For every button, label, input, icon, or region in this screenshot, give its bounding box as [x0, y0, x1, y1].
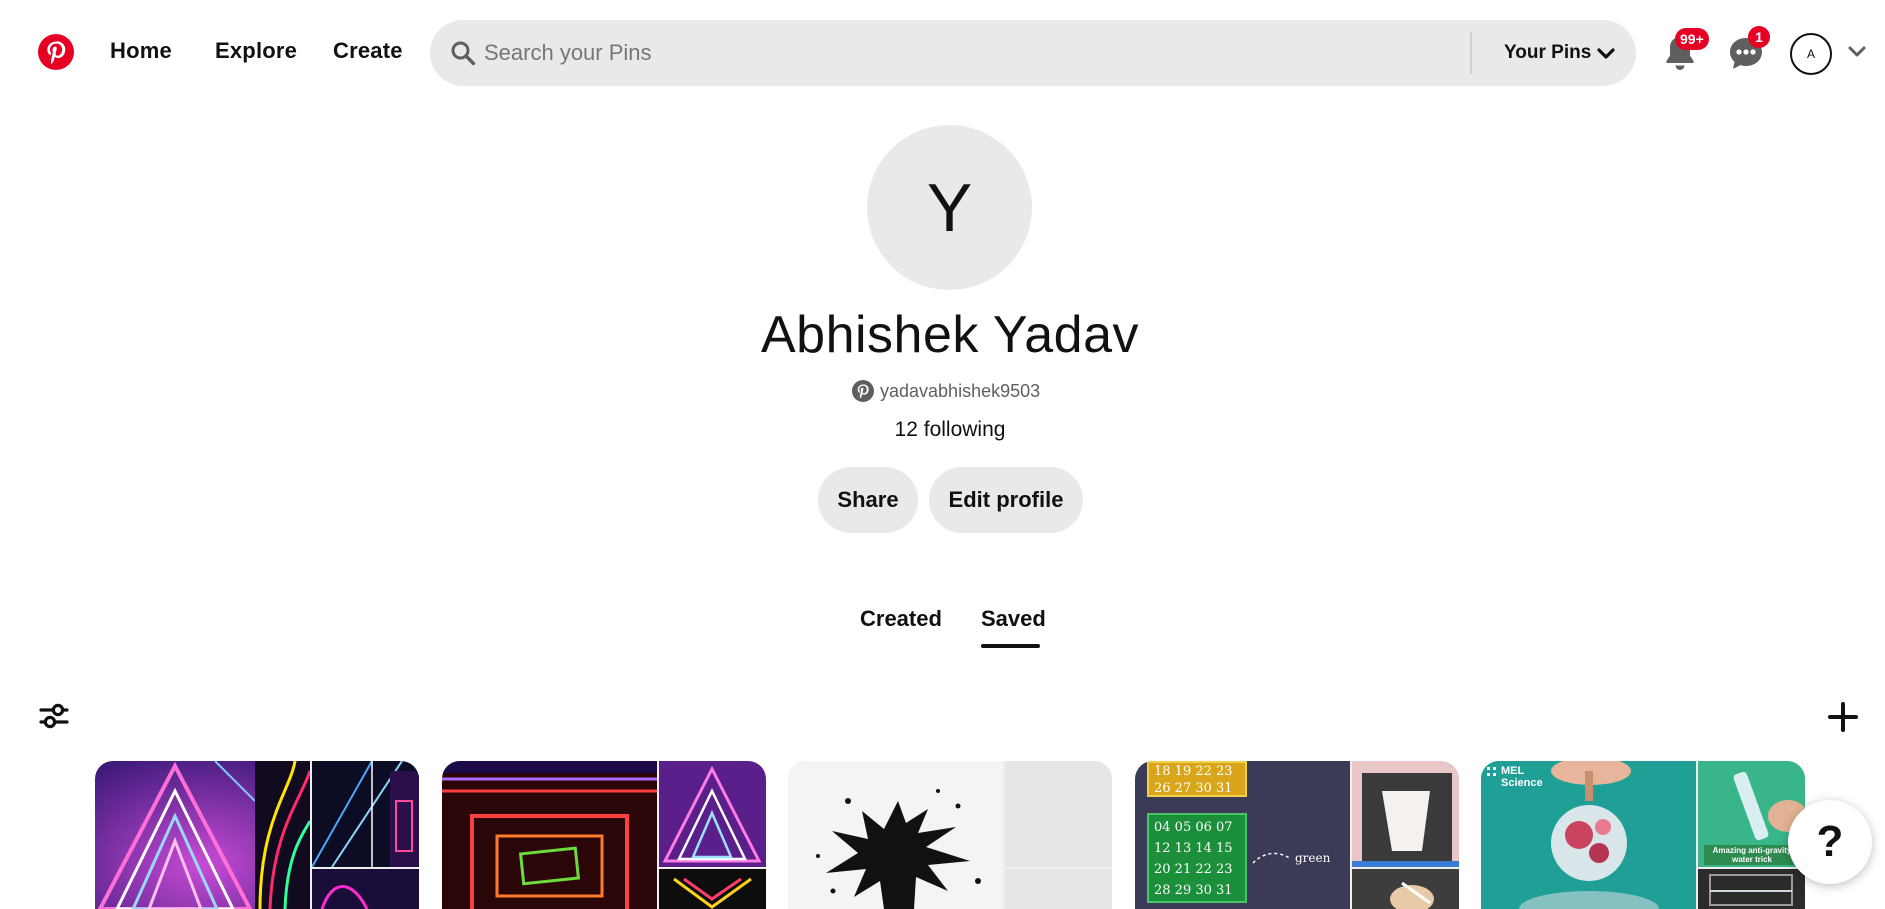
board-card[interactable] [442, 761, 766, 909]
edit-profile-button[interactable]: Edit profile [929, 467, 1083, 533]
account-avatar[interactable]: A [1790, 33, 1832, 75]
number-row: 20 21 22 23 [1154, 862, 1233, 877]
board-thumb-image [659, 761, 766, 867]
board-cover-image [788, 761, 1003, 909]
board-thumb-image [659, 869, 766, 909]
brand-label: Science [1501, 777, 1543, 789]
share-button[interactable]: Share [818, 467, 918, 533]
thumb-caption: Amazing anti-gravity water trick [1712, 846, 1792, 864]
username-row: yadavabhishek9503 [852, 378, 1040, 404]
messages-badge: 1 [1748, 26, 1770, 48]
board-thumb-placeholder [1005, 761, 1112, 867]
chevron-down-icon[interactable] [1596, 47, 1616, 61]
pinterest-small-icon [852, 380, 874, 402]
search-icon [451, 41, 476, 66]
board-card[interactable] [95, 761, 419, 909]
board-card[interactable]: 18 19 22 23 26 27 30 31 04 05 06 07 12 1… [1135, 761, 1459, 909]
board-cover-image [442, 761, 657, 909]
search-scope-dropdown[interactable]: Your Pins [1504, 42, 1591, 64]
board-thumb-image [1352, 761, 1459, 867]
active-tab-indicator [981, 644, 1040, 648]
top-navigation-bar: Home Explore Create Your Pins 99+ 1 A [0, 0, 1885, 108]
number-row: 18 19 22 23 [1154, 764, 1233, 779]
number-row: 26 27 30 31 [1154, 781, 1233, 796]
number-row: 12 13 14 15 [1154, 841, 1233, 856]
nav-home-link[interactable]: Home [110, 38, 172, 64]
number-row: 28 29 30 31 [1154, 883, 1233, 898]
search-divider [1470, 32, 1472, 74]
board-thumb-image [1698, 869, 1805, 909]
profile-avatar[interactable]: Y [867, 125, 1032, 290]
dashed-arrow-icon [1252, 852, 1292, 864]
board-cover-image: 18 19 22 23 26 27 30 31 04 05 06 07 12 1… [1135, 761, 1350, 909]
board-thumb-image [312, 761, 419, 867]
board-card[interactable]: MEL Science Amazing anti-gravity water tr… [1481, 761, 1805, 909]
number-row: 04 05 06 07 [1154, 820, 1233, 835]
board-cover-image [95, 761, 310, 909]
nav-create-link[interactable]: Create [333, 38, 403, 64]
notifications-badge: 99+ [1675, 28, 1709, 50]
math-word: green [1295, 851, 1331, 865]
plus-icon[interactable] [1826, 700, 1860, 734]
profile-name: Abhishek Yadav [760, 306, 1139, 364]
search-input[interactable] [484, 33, 1484, 73]
nav-explore-link[interactable]: Explore [215, 38, 297, 64]
profile-username: yadavabhishek9503 [880, 380, 1041, 401]
board-cover-image: MEL Science [1481, 761, 1696, 909]
board-thumb-image [1352, 869, 1459, 909]
tab-saved[interactable]: Saved [981, 606, 1046, 632]
board-card[interactable] [788, 761, 1112, 909]
brand-label: MEL [1501, 765, 1525, 777]
following-count-link[interactable]: 12 following [0, 418, 1885, 442]
board-thumb-image [312, 869, 419, 909]
board-thumb-placeholder [1005, 869, 1112, 909]
sliders-icon[interactable] [38, 700, 70, 732]
pinterest-logo-icon[interactable] [38, 34, 74, 70]
tab-created[interactable]: Created [860, 606, 942, 632]
help-button[interactable]: ? [1788, 800, 1872, 884]
chevron-down-icon[interactable] [1848, 45, 1866, 59]
search-bar: Your Pins [430, 20, 1636, 86]
